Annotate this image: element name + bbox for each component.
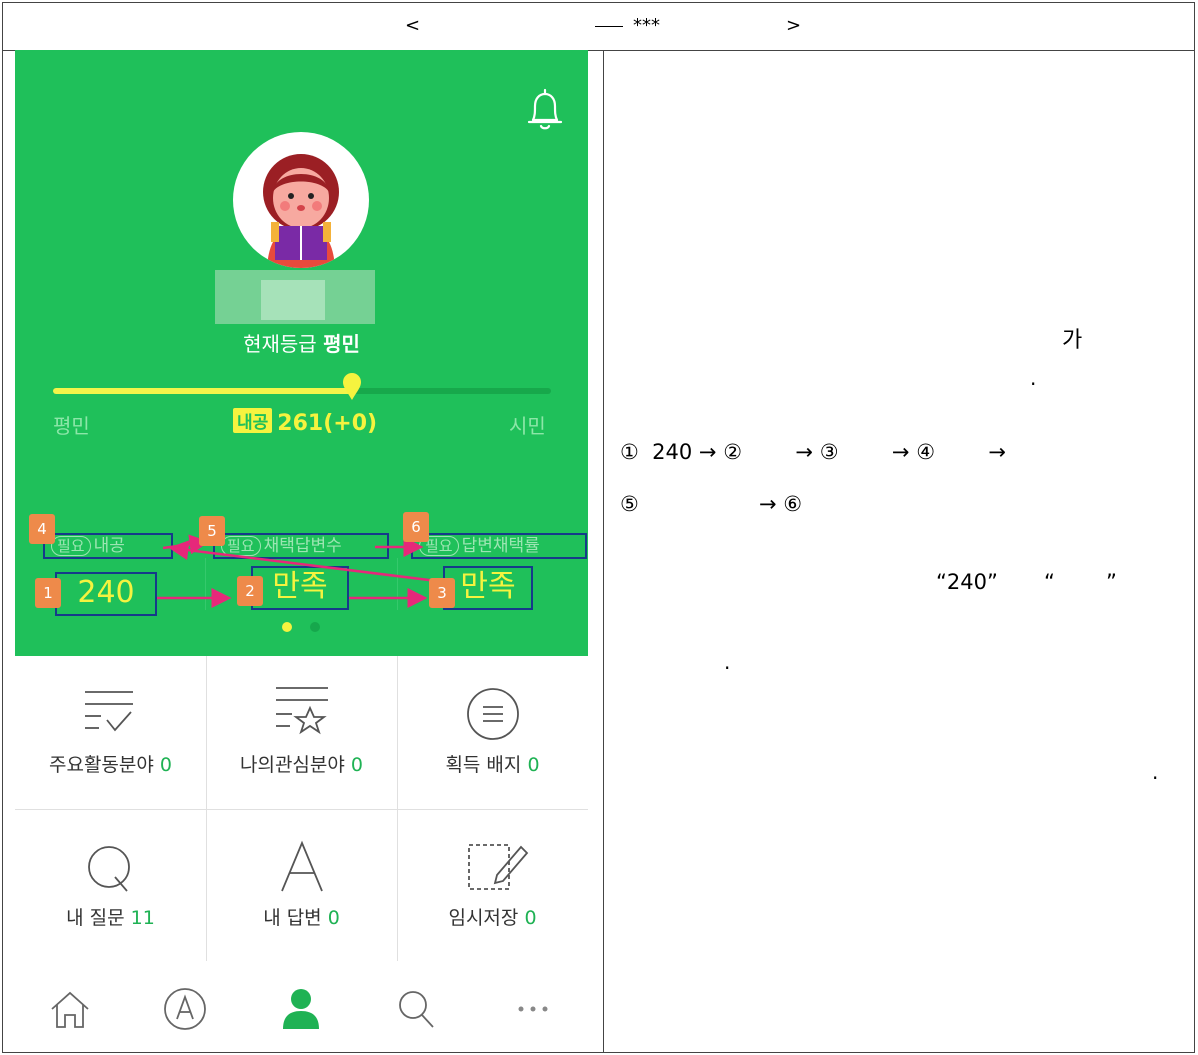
profile-icon[interactable] xyxy=(271,983,331,1033)
bottom-nav xyxy=(15,961,588,1051)
quoted-240: “240” xyxy=(936,570,998,594)
close-bracket: > xyxy=(786,15,802,36)
menu-circle-icon xyxy=(467,688,519,740)
answer-icon[interactable] xyxy=(155,983,215,1033)
quote-close: ” xyxy=(1106,570,1117,594)
menu-my-answers[interactable]: 내 답변 0 xyxy=(206,809,397,961)
page-indicator[interactable] xyxy=(310,622,320,632)
more-icon[interactable] xyxy=(503,983,563,1033)
menu-main-activity[interactable]: 주요활동분야 0 xyxy=(15,656,206,808)
header-title: *** xyxy=(595,15,660,36)
phone-screenshot: 현재등급 평민 평민 내공 261(+0) 시민 필요 내공 필요 채택답변수 필요 답… xyxy=(15,50,588,1051)
answer-a-icon xyxy=(281,840,323,892)
menu-my-questions[interactable]: 내 질문 11 xyxy=(15,809,206,961)
menu-drafts[interactable]: 임시저장 0 xyxy=(397,809,588,961)
menu-my-interests[interactable]: 나의관심분야 0 xyxy=(206,656,397,808)
arrow-3-to-4 xyxy=(168,540,446,584)
home-icon[interactable] xyxy=(40,983,100,1033)
profile-header: 현재등급 평민 평민 내공 261(+0) 시민 필요 내공 필요 채택답변수 필요 답… xyxy=(15,50,588,656)
page-indicator-active[interactable] xyxy=(282,622,292,632)
search-icon[interactable] xyxy=(387,983,447,1033)
column-divider xyxy=(603,51,604,1052)
grid-divider xyxy=(15,809,588,810)
step-badge-3: 3 xyxy=(429,578,455,608)
star-list-icon xyxy=(276,687,328,735)
text-dot: . xyxy=(1152,760,1159,784)
draft-pencil-icon xyxy=(468,844,529,890)
question-q-icon xyxy=(88,846,130,892)
grid-divider xyxy=(397,656,398,961)
annotation-arrows xyxy=(157,534,446,608)
menu-badges[interactable]: 획득 배지 0 xyxy=(397,656,588,808)
header-bar: < *** > xyxy=(3,3,1194,51)
step-badge-1: 1 xyxy=(35,578,61,608)
step-sequence-line-1: ① 240 → ② → ③ → ④ → xyxy=(620,440,1007,464)
text-dot: . xyxy=(1030,366,1037,390)
step-badge-2: 2 xyxy=(237,576,263,606)
step-badge-4: 4 xyxy=(29,514,55,544)
open-bracket: < xyxy=(405,15,421,36)
text-ga: 가 xyxy=(1062,328,1083,353)
step-badge-5: 5 xyxy=(199,516,225,546)
step-badge-6: 6 xyxy=(403,512,429,542)
quote-open: “ xyxy=(1044,570,1055,594)
grid-divider xyxy=(206,656,207,961)
text-dot: . xyxy=(724,650,731,674)
step-sequence-line-2: ⑤ → ⑥ xyxy=(620,492,803,516)
checklist-icon xyxy=(85,691,133,732)
